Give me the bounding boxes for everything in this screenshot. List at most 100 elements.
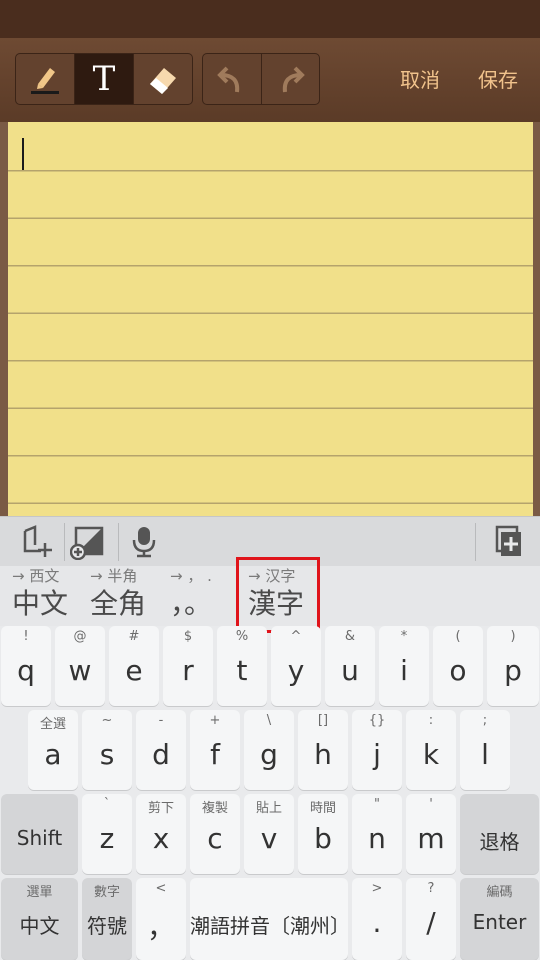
key-alt-label: : — [428, 713, 434, 728]
key-alt-label: 時間 — [309, 801, 336, 816]
key-k[interactable]: :k — [406, 710, 456, 790]
key-n[interactable]: " n — [352, 794, 402, 874]
key-label: w — [68, 654, 92, 687]
shift-key[interactable]: Shift — [1, 794, 78, 874]
key-alt-label: ; — [482, 713, 488, 728]
pen-icon — [31, 68, 59, 94]
key-c[interactable]: 複製 c — [190, 794, 240, 874]
space-key[interactable]: 潮語拼音〔潮州〕 — [190, 878, 350, 960]
text-tool-button[interactable]: T — [75, 54, 134, 104]
candidate-label: 全角 — [90, 587, 147, 620]
key-label: e — [125, 654, 143, 687]
key-r[interactable]: $ r — [163, 626, 213, 706]
key-p[interactable]: ) p — [487, 626, 539, 706]
key-label: 符號 — [87, 914, 127, 938]
redo-button[interactable] — [262, 54, 320, 104]
key-alt-label: \ — [266, 713, 272, 728]
key-label: n — [368, 822, 386, 855]
key-t[interactable]: % t — [217, 626, 267, 706]
key-label: q — [17, 654, 35, 687]
key-label: v — [260, 822, 278, 855]
key-f[interactable]: + f — [190, 710, 240, 790]
key-alt-label: # — [128, 629, 140, 644]
key-u[interactable]: & u — [325, 626, 375, 706]
key-b[interactable]: 時間 b — [298, 794, 348, 874]
key-label: r — [182, 654, 194, 687]
key-alt-label: ) — [510, 629, 516, 644]
undo-button[interactable] — [203, 54, 262, 104]
note-text-area[interactable] — [8, 122, 533, 516]
key-o[interactable]: (o — [433, 626, 483, 706]
pen-tool-button[interactable] — [16, 54, 75, 104]
key-alt-label: {} — [368, 713, 386, 728]
key-label: t — [236, 654, 248, 687]
toolbar-divider — [64, 523, 65, 561]
key-g[interactable]: \ g — [244, 710, 294, 790]
candidate-hint: → ， . — [170, 567, 212, 585]
key-j[interactable]: {} j — [352, 710, 402, 790]
text-icon: T — [92, 59, 116, 99]
voice-input-button[interactable] — [126, 525, 162, 559]
key-label: j — [373, 738, 381, 771]
key-q[interactable]: ! q — [1, 626, 51, 706]
key-alt-label: 剪下 — [147, 801, 174, 816]
key-a[interactable]: 全選 a — [28, 710, 78, 790]
key-alt-label: 全選 — [39, 717, 66, 732]
key-alt-label: 數字 — [93, 885, 120, 900]
key-label: p — [504, 654, 522, 687]
candidate-item[interactable]: → ， . ，。 — [170, 566, 212, 622]
slash-key[interactable]: ? / — [406, 878, 456, 960]
highlight-box — [236, 557, 320, 633]
key-label: . — [372, 906, 382, 939]
key-label: s — [99, 738, 115, 771]
key-alt-label: * — [400, 629, 408, 644]
symbols-key[interactable]: 數字 符號 — [82, 878, 132, 960]
key-i[interactable]: * i — [379, 626, 429, 706]
period-key[interactable]: >. — [352, 878, 402, 960]
language-key[interactable]: 選單 中文 — [1, 878, 78, 960]
candidate-hint: → 半角 — [90, 567, 138, 585]
key-label: g — [260, 738, 278, 771]
key-w[interactable]: @ w — [55, 626, 105, 706]
key-e[interactable]: # e — [109, 626, 159, 706]
text-cursor — [22, 138, 24, 170]
key-h[interactable]: [] h — [298, 710, 348, 790]
move-keyboard-button[interactable] — [20, 525, 56, 559]
key-alt-label: 貼上 — [255, 801, 282, 816]
candidate-label: 中文 — [12, 587, 69, 620]
candidate-item[interactable]: → 西文 中文 — [12, 566, 68, 622]
comma-key[interactable]: <， — [136, 878, 186, 960]
key-v[interactable]: 貼上 v — [244, 794, 294, 874]
eraser-tool-button[interactable] — [134, 54, 192, 104]
key-alt-label: & — [344, 629, 356, 644]
key-alt-label: " — [374, 797, 380, 812]
resize-keyboard-button[interactable] — [70, 525, 106, 560]
key-label: ， — [146, 911, 175, 944]
enter-key[interactable]: 編碼 Enter — [460, 878, 539, 960]
key-z[interactable]: ` z — [82, 794, 132, 874]
key-l[interactable]: ; l — [460, 710, 510, 790]
key-label: Enter — [472, 910, 527, 934]
key-alt-label: $ — [183, 629, 193, 644]
toolbar-divider — [118, 523, 119, 561]
cancel-button[interactable]: 取消 — [400, 64, 440, 93]
key-s[interactable]: ~ s — [82, 710, 132, 790]
key-alt-label: > — [371, 881, 383, 896]
backspace-key[interactable]: 退格 — [460, 794, 539, 874]
key-d[interactable]: -d — [136, 710, 186, 790]
clipboard-button[interactable] — [490, 525, 526, 559]
undo-icon — [216, 66, 239, 93]
key-label: k — [422, 738, 440, 771]
candidate-item[interactable]: → 半角 全角 — [90, 566, 146, 622]
note-toolbar: T — [0, 38, 540, 122]
key-label: l — [481, 738, 489, 771]
save-button[interactable]: 保存 — [478, 64, 518, 93]
redo-icon — [283, 66, 306, 93]
key-alt-label: + — [209, 713, 221, 728]
key-y[interactable]: ^ y — [271, 626, 321, 706]
key-alt-label: ^ — [290, 629, 302, 644]
drawing-tools-group: T — [15, 53, 193, 105]
key-m[interactable]: ' m — [406, 794, 456, 874]
move-keyboard-icon — [23, 525, 52, 557]
key-x[interactable]: 剪下 x — [136, 794, 186, 874]
